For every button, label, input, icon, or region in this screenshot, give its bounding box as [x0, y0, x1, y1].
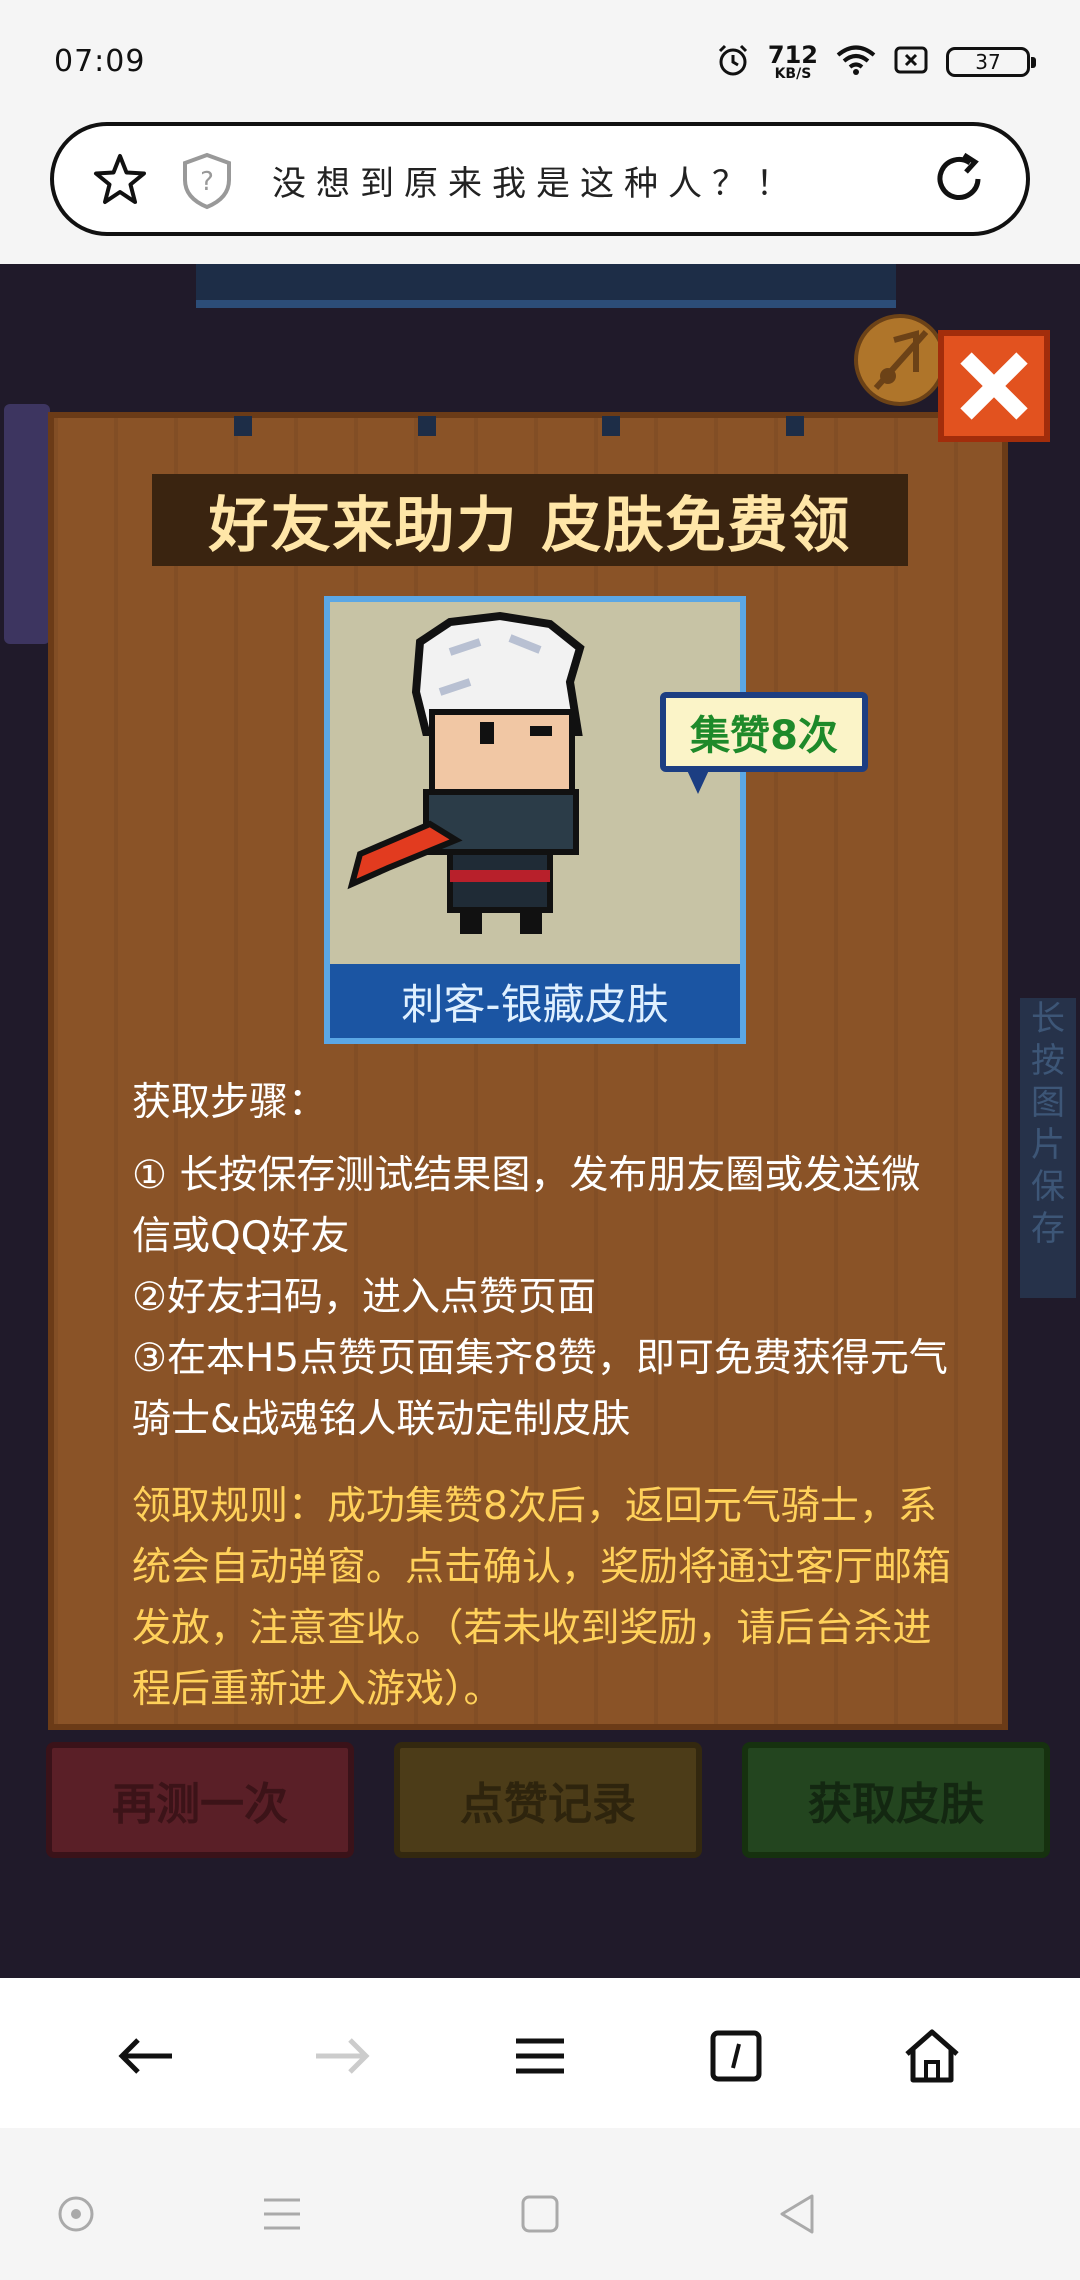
net-speed: 712 KB/S: [768, 43, 818, 81]
reward-panel: 好友来助力 皮肤免费领 刺客-银藏皮肤 集赞8次 获取步骤： ① 长按保存测试结…: [48, 412, 1008, 1730]
shield-question-icon[interactable]: ?: [180, 152, 234, 214]
claim-rules: 领取规则：成功集赞8次后，返回元气骑士，系统会自动弹窗。点击确认，奖励将通过客厅…: [132, 1484, 952, 1712]
page-title: 没想到原来我是这种人？！: [272, 164, 800, 204]
skin-card: 刺客-银藏皮肤: [324, 596, 746, 1044]
side-char: 存: [1031, 1209, 1065, 1249]
browser-toolbar: [0, 1978, 1080, 2128]
alarm-icon: [716, 43, 750, 81]
panel-nail: [786, 416, 804, 436]
circle-icon[interactable]: [46, 2184, 106, 2244]
panel-nail: [418, 416, 436, 436]
back-arrow-icon[interactable]: [106, 2016, 186, 2096]
sim-off-icon: [894, 45, 928, 79]
steps-section: 获取步骤： ① 长按保存测试结果图，发布朋友圈或发送微信或QQ好友 ②好友扫码，…: [132, 1072, 952, 1450]
save-image-hint: 长 按 图 片 保 存: [1020, 998, 1076, 1298]
skin-name: 刺客-银藏皮肤: [330, 964, 740, 1038]
system-nav-bar: [0, 2128, 1080, 2280]
step-2: ②好友扫码，进入点赞页面: [132, 1275, 596, 1320]
svg-text:?: ?: [200, 167, 214, 197]
status-icons: 712 KB/S 37: [716, 40, 1036, 84]
bubble-tail: [686, 768, 710, 794]
recents-icon[interactable]: [252, 2184, 312, 2244]
game-canvas: 长 按 图 片 保 存 好友来助力 皮肤免费领 刺客-银藏皮肤 集赞8次 获取步…: [0, 264, 1080, 1978]
panel-nail: [602, 416, 620, 436]
side-tab-left[interactable]: [4, 404, 50, 644]
top-banner: [196, 264, 896, 308]
close-button[interactable]: [938, 330, 1050, 442]
side-char: 按: [1031, 1041, 1065, 1081]
step-1: ① 长按保存测试结果图，发布朋友圈或发送微信或QQ好友: [132, 1153, 921, 1259]
back-triangle-icon[interactable]: [766, 2184, 826, 2244]
steps-heading: 获取步骤：: [132, 1080, 328, 1125]
net-speed-value: 712: [767, 41, 818, 69]
tabs-icon[interactable]: [696, 2016, 776, 2096]
close-icon: [960, 352, 1028, 420]
status-bar: 07:09 712 KB/S 37: [0, 0, 1080, 110]
side-char: 长: [1031, 999, 1065, 1039]
forward-arrow-icon[interactable]: [302, 2016, 382, 2096]
star-icon[interactable]: [92, 152, 148, 212]
home-icon[interactable]: [892, 2016, 972, 2096]
battery-indicator: 37: [946, 47, 1036, 77]
assassin-character-image: [347, 611, 585, 934]
square-icon[interactable]: [510, 2184, 570, 2244]
side-char: 图: [1031, 1083, 1065, 1123]
like-records-button[interactable]: 点赞记录: [394, 1742, 702, 1858]
panel-nail: [234, 416, 252, 436]
action-buttons: 再测一次 点赞记录 获取皮肤: [44, 1742, 1050, 1858]
step-3: ③在本H5点赞页面集齐8赞，即可免费获得元气骑士&战魂铭人联动定制皮肤: [132, 1336, 948, 1442]
reload-icon[interactable]: [930, 150, 988, 212]
likes-goal-bubble: 集赞8次: [660, 692, 868, 772]
music-off-icon[interactable]: [854, 314, 946, 406]
address-bar[interactable]: ? 没想到原来我是这种人？！: [50, 122, 1030, 236]
menu-icon[interactable]: [500, 2016, 580, 2096]
status-time: 07:09: [54, 44, 146, 79]
get-skin-button[interactable]: 获取皮肤: [742, 1742, 1050, 1858]
net-speed-unit: KB/S: [774, 66, 812, 82]
panel-title: 好友来助力 皮肤免费领: [152, 474, 908, 566]
side-char: 片: [1031, 1125, 1065, 1165]
retry-button[interactable]: 再测一次: [46, 1742, 354, 1858]
wifi-icon: [836, 44, 876, 80]
side-char: 保: [1031, 1167, 1065, 1207]
